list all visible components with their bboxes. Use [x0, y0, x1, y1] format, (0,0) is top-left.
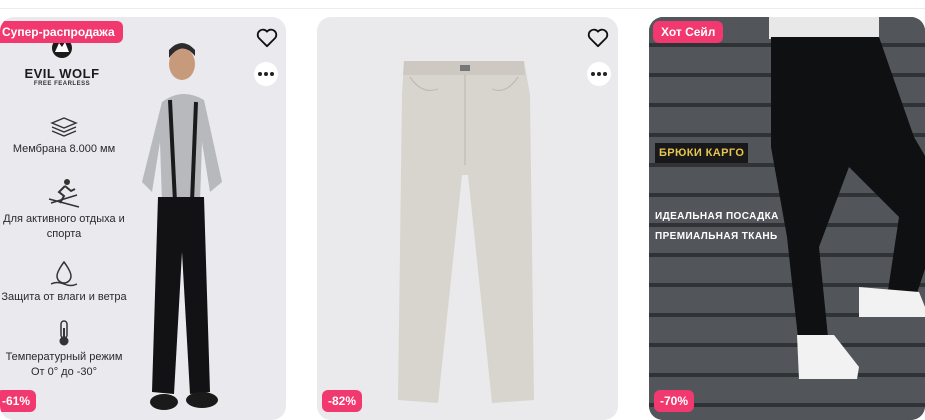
brand-name: EVIL WOLF: [24, 66, 100, 81]
divider: [0, 8, 925, 9]
feature-temperature: Температурный режим От 0° до -30°: [0, 319, 128, 380]
brand-logo: EVIL WOLF FREE FEARLESS: [22, 37, 102, 87]
feature-protection: Защита от влаги и ветра: [0, 259, 128, 305]
promo-badge: Хот Сейл: [653, 21, 724, 43]
discount-badge: -61%: [0, 390, 37, 412]
feature-text: Температурный режим От 0° до -30°: [5, 351, 123, 378]
product-card[interactable]: БРЮКИ КАРГО ИДЕАЛЬНАЯ ПОСАДКА ПРЕМИАЛЬНА…: [649, 17, 925, 420]
more-dots-icon[interactable]: [587, 62, 611, 86]
promo-badge: Супер-распродажа: [0, 21, 123, 43]
overlay-line: ИДЕАЛЬНАЯ ПОСАДКА: [655, 211, 779, 222]
discount-badge: -82%: [322, 390, 363, 412]
water-drop-icon: [50, 260, 78, 287]
membrane-icon: [50, 117, 78, 137]
overlay-title: БРЮКИ КАРГО: [655, 143, 749, 163]
feature-text: Защита от влаги и ветра: [1, 291, 127, 303]
feature-text: Для активного отдыха и спорта: [3, 213, 125, 240]
feature-text: Мембрана 8.000 мм: [12, 143, 116, 155]
brand-tagline: FREE FEARLESS: [33, 81, 91, 87]
feature-activity: Для активного отдыха и спорта: [0, 177, 128, 242]
overlay-line: ПРЕМИАЛЬНАЯ ТКАНЬ: [655, 231, 778, 242]
heart-icon[interactable]: [254, 25, 280, 51]
skier-icon: [48, 179, 80, 208]
thermometer-icon: [59, 320, 69, 346]
more-dots-icon[interactable]: [254, 62, 278, 86]
feature-membrane: Мембрана 8.000 мм: [0, 115, 128, 157]
discount-badge: -70%: [654, 390, 695, 412]
product-image: [142, 43, 222, 410]
heart-icon[interactable]: [585, 25, 611, 51]
product-card[interactable]: EVIL WOLF FREE FEARLESS Мембрана 8.000 м…: [0, 17, 286, 420]
product-card[interactable]: -82%: [317, 17, 618, 420]
product-image: [398, 61, 534, 403]
